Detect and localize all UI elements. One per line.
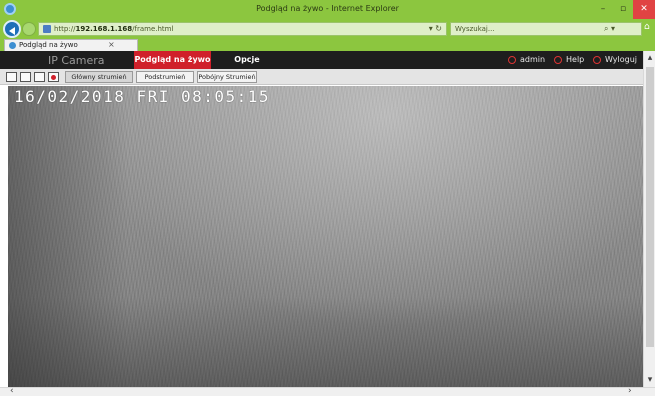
url-prefix: http:// [54,25,76,33]
horizontal-scrollbar[interactable]: ‹ › [0,386,655,396]
navigation-bar: http://192.168.1.168/frame.html ▾ ↻ Wysz… [0,19,655,39]
close-window-button[interactable]: ✕ [633,0,655,19]
third-stream-button[interactable]: Pobójny Strumień [197,71,257,83]
tab-strip: Podgląd na żywo × [0,39,655,51]
live-video-feed[interactable]: 16/02/2018 FRI 08:05:15 [8,86,643,387]
refresh-icon[interactable]: ▾ ↻ [429,24,442,33]
scroll-right-icon[interactable]: › [628,386,632,396]
osd-timestamp: 16/02/2018 FRI 08:05:15 [14,87,271,106]
sub-stream-button[interactable]: Podstrumień [136,71,194,83]
camera-header: IP Camera Podgląd na żywo Opcje admin He… [0,51,643,69]
browser-toolbar-icons: ⌂ [644,22,655,36]
logout-label: Wyloguj [605,55,637,64]
tab-live-view[interactable]: Podgląd na żywo × [4,39,138,51]
layout-fit-icon[interactable] [20,72,31,82]
home-icon[interactable]: ⌂ [644,22,650,32]
scroll-down-icon[interactable]: ▾ [645,375,655,385]
brand-logo: IP Camera [48,54,105,67]
url-host: 192.168.1.168 [75,25,133,33]
tab-favicon-icon [9,42,16,49]
back-button[interactable] [3,20,21,38]
page-icon [43,25,51,33]
maximize-button[interactable]: ▫ [613,0,633,19]
fullscreen-icon[interactable] [34,72,45,82]
video-shading-bottom [8,297,643,387]
main-stream-button[interactable]: Główny strumień [65,71,133,83]
address-url[interactable]: http://192.168.1.168/frame.html [54,25,173,33]
scroll-left-icon[interactable]: ‹ [10,386,14,396]
tab-label: Podgląd na żywo [19,41,78,49]
logout-icon [593,55,601,64]
search-placeholder: Wyszukaj... [455,25,495,33]
window-title: Podgląd na żywo - Internet Explorer [256,4,399,13]
help-link[interactable]: Help [554,51,584,69]
search-box[interactable]: Wyszukaj... ⌕ ▾ [450,22,642,36]
search-icon[interactable]: ⌕ ▾ [604,24,615,34]
record-icon[interactable] [48,72,59,82]
minimize-button[interactable]: – [593,0,613,19]
address-bar[interactable]: http://192.168.1.168/frame.html ▾ ↻ [38,22,447,36]
menu-options[interactable]: Opcje [224,51,270,69]
vertical-scroll-thumb[interactable] [646,67,654,347]
stream-toolbar: Główny strumień Podstrumień Pobójny Stru… [0,69,643,85]
user-name: admin [520,55,546,64]
logout-link[interactable]: Wyloguj [593,51,637,69]
help-label: Help [566,55,585,64]
vertical-scrollbar[interactable]: ▴ ▾ [643,51,655,387]
layout-single-icon[interactable] [6,72,17,82]
forward-button[interactable] [22,22,36,36]
window-titlebar: Podgląd na żywo - Internet Explorer – ▫ … [0,0,655,19]
user-menu[interactable]: admin [508,51,545,69]
tab-close-icon[interactable]: × [108,40,115,49]
menu-live-view[interactable]: Podgląd na żywo [134,51,211,69]
help-icon [554,55,562,64]
user-icon [508,55,516,64]
url-path: /frame.html [132,25,174,33]
scroll-up-icon[interactable]: ▴ [645,53,655,63]
